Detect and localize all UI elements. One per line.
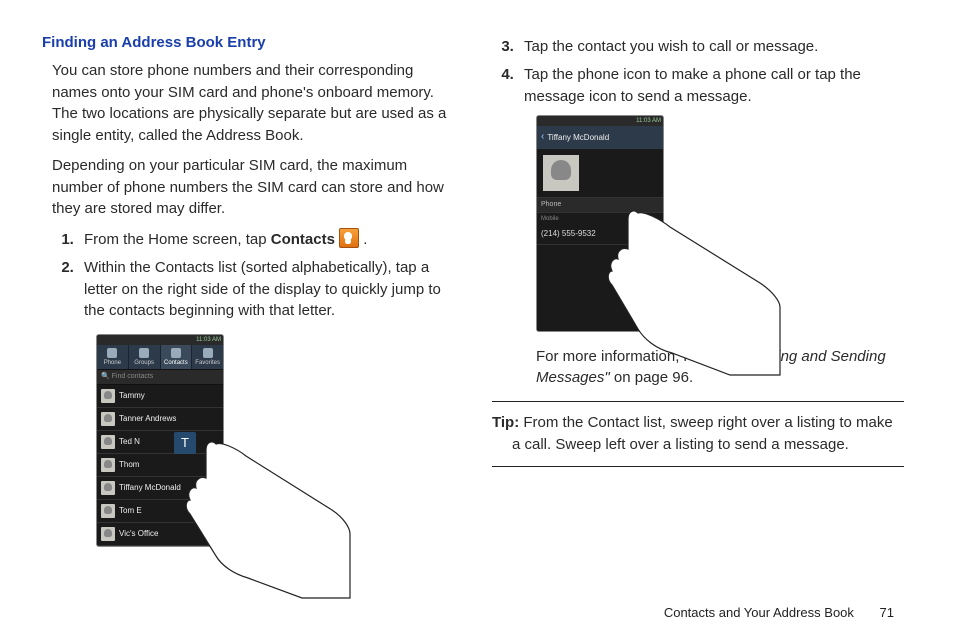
tab-favorites: Favorites xyxy=(192,345,223,369)
status-bar: 11:03 AM xyxy=(537,116,663,126)
back-chevron-icon: ‹ xyxy=(541,130,544,145)
steps-list-right: Tap the contact you wish to call or mess… xyxy=(492,36,904,107)
message-icon: ✉ xyxy=(645,228,659,240)
tip-block: Tip: From the Contact list, sweep right … xyxy=(492,401,904,467)
list-item: Tom E xyxy=(97,500,223,523)
avatar-icon xyxy=(101,481,115,495)
step-2: Within the Contacts list (sorted alphabe… xyxy=(78,257,454,322)
phone-mock-1: 11:03 AM Phone Groups Contacts Favorites… xyxy=(96,334,224,547)
alpha-jump-popup: T xyxy=(174,432,196,454)
contacts-list-screenshot: 11:03 AM Phone Groups Contacts Favorites… xyxy=(96,334,454,547)
contacts-app-icon xyxy=(339,228,359,248)
intro-paragraph-2: Depending on your particular SIM card, t… xyxy=(52,155,454,220)
avatar-icon xyxy=(101,504,115,518)
step-1-contacts-word: Contacts xyxy=(271,231,335,248)
intro-paragraph-1: You can store phone numbers and their co… xyxy=(52,60,454,147)
phone-section-label: Phone xyxy=(537,197,663,213)
phone-blank-area xyxy=(537,245,663,331)
tab-phone: Phone xyxy=(97,345,129,369)
page-footer: Contacts and Your Address Book 71 xyxy=(664,605,894,620)
avatar-large-icon xyxy=(543,155,579,191)
steps-list-left: From the Home screen, tap Contacts . Wit… xyxy=(52,228,454,322)
avatar-icon xyxy=(101,389,115,403)
avatar-icon xyxy=(101,458,115,472)
contact-detail-screenshot: 11:03 AM ‹ Tiffany McDonald Phone Mobile… xyxy=(536,115,904,331)
list-item: Tiffany McDonald xyxy=(97,477,223,500)
number-type-label: Mobile xyxy=(537,213,663,224)
ref-text-a: For more information, refer to xyxy=(536,348,735,365)
status-bar: 11:03 AM xyxy=(97,335,223,345)
list-item: Ted N xyxy=(97,431,223,454)
tab-groups: Groups xyxy=(129,345,161,369)
tab-contacts: Contacts xyxy=(161,345,193,369)
list-item: Tammy xyxy=(97,385,223,408)
contact-name: Tiffany McDonald xyxy=(547,132,609,144)
footer-chapter: Contacts and Your Address Book xyxy=(664,605,854,620)
tip-label: Tip: xyxy=(492,414,519,431)
list-item: Thom xyxy=(97,454,223,477)
step-1-text-c: . xyxy=(359,231,367,248)
avatar-icon xyxy=(101,527,115,541)
tip-text: From the Contact list, sweep right over … xyxy=(512,414,893,453)
step-3: Tap the contact you wish to call or mess… xyxy=(518,36,904,58)
phone-mock-2: 11:03 AM ‹ Tiffany McDonald Phone Mobile… xyxy=(536,115,664,331)
step-4: Tap the phone icon to make a phone call … xyxy=(518,64,904,108)
detail-header: ‹ Tiffany McDonald xyxy=(537,126,663,149)
left-column: Finding an Address Book Entry You can st… xyxy=(42,32,454,636)
step-1: From the Home screen, tap Contacts . xyxy=(78,228,454,251)
right-column: Tap the contact you wish to call or mess… xyxy=(492,32,904,636)
step-1-text-a: From the Home screen, tap xyxy=(84,231,271,248)
section-heading: Finding an Address Book Entry xyxy=(42,32,454,54)
phone-number-row: (214) 555-9532 📞 ✉ xyxy=(537,224,663,245)
phone-tabs: Phone Groups Contacts Favorites xyxy=(97,345,223,370)
list-item: Vic's Office xyxy=(97,523,223,546)
footer-page-number: 71 xyxy=(880,605,894,620)
reference-paragraph: For more information, refer to "Creating… xyxy=(536,346,904,390)
search-field: 🔍 Find contacts xyxy=(97,370,223,385)
call-icon: 📞 xyxy=(628,228,642,240)
phone-number: (214) 555-9532 xyxy=(541,228,625,240)
list-item: Tanner Andrews xyxy=(97,408,223,431)
ref-text-c: on page 96. xyxy=(610,369,693,386)
avatar-icon xyxy=(101,435,115,449)
avatar-icon xyxy=(101,412,115,426)
